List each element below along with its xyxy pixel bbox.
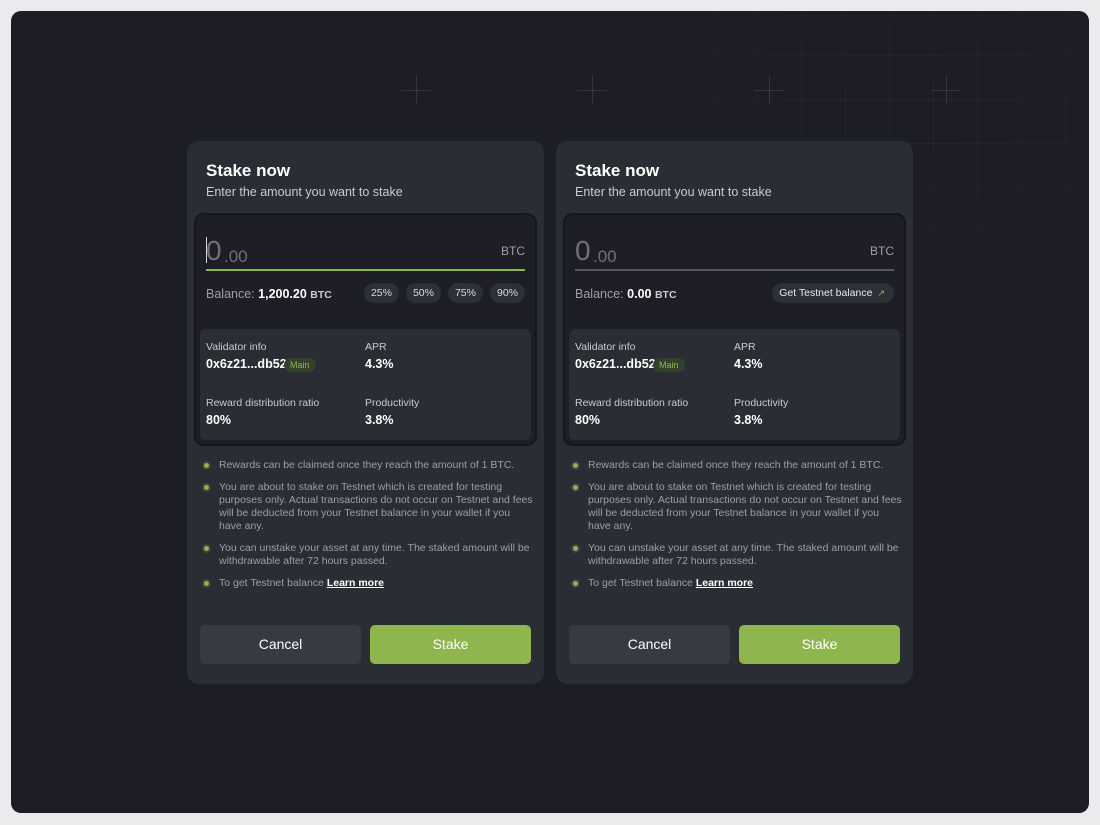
bullet-icon — [204, 463, 209, 468]
cancel-button[interactable]: Cancel — [569, 625, 730, 664]
productivity-value: 3.8% — [365, 413, 394, 427]
note-text: You are about to stake on Testnet which … — [588, 481, 902, 532]
bullet-icon — [573, 546, 578, 551]
list-item: Rewards can be claimed once they reach t… — [572, 459, 902, 472]
bullet-icon — [204, 546, 209, 551]
amount-integer: 0 — [575, 235, 591, 266]
card-subtitle: Enter the amount you want to stake — [575, 185, 772, 199]
list-item: You are about to stake on Testnet which … — [203, 481, 533, 533]
get-testnet-balance-button[interactable]: Get Testnet balance ↗ — [772, 283, 894, 303]
list-item: Rewards can be claimed once they reach t… — [203, 459, 533, 472]
validator-address: 0x6z21...db52 — [206, 357, 287, 371]
amount-unit: BTC — [501, 244, 525, 258]
sparkle-decoration — [931, 75, 961, 105]
amount-input[interactable]: 0 .00 BTC — [575, 233, 894, 271]
validator-info-box: Validator info 0x6z21...db52 Main APR 4.… — [569, 329, 900, 440]
bullet-icon — [204, 581, 209, 586]
ratio-value: 80% — [575, 413, 601, 427]
amount-unit: BTC — [870, 244, 894, 258]
balance: Balance: 0.00 BTC — [575, 287, 677, 301]
main-tag: Main — [284, 358, 316, 372]
sparkle-decoration — [577, 75, 607, 105]
cancel-button[interactable]: Cancel — [200, 625, 361, 664]
list-item: To get Testnet balance Learn more — [572, 577, 902, 590]
list-item: You are about to stake on Testnet which … — [572, 481, 902, 533]
apr-label: APR — [365, 341, 387, 353]
percent-options: 25% 50% 75% 90% — [363, 283, 525, 303]
percent-90-button[interactable]: 90% — [489, 283, 525, 303]
apr-value: 4.3% — [734, 357, 763, 371]
balance-label: Balance: — [206, 287, 255, 301]
bullet-icon — [573, 485, 578, 490]
balance-value: 0.00 — [627, 287, 652, 301]
bullet-icon — [573, 463, 578, 468]
percent-75-button[interactable]: 75% — [447, 283, 483, 303]
validator-info-box: Validator info 0x6z21...db52 Main APR 4.… — [200, 329, 531, 440]
stake-input-panel: 0 .00 BTC Balance: 0.00 BTC Get Testnet … — [563, 213, 906, 446]
amount-input[interactable]: 0 .00 BTC — [206, 233, 525, 271]
productivity-value: 3.8% — [734, 413, 763, 427]
balance-unit: BTC — [654, 289, 677, 301]
card-title: Stake now — [575, 161, 660, 180]
main-tag: Main — [653, 358, 685, 372]
list-item: You can unstake your asset at any time. … — [203, 542, 533, 568]
percent-50-button[interactable]: 50% — [405, 283, 441, 303]
ratio-label: Reward distribution ratio — [206, 397, 320, 409]
balance: Balance: 1,200.20 BTC — [206, 287, 332, 301]
amount-decimal: .00 — [593, 247, 617, 266]
list-item: To get Testnet balance Learn more — [203, 577, 533, 590]
learn-more-link[interactable]: Learn more — [696, 577, 753, 589]
notes-list: Rewards can be claimed once they reach t… — [203, 459, 533, 599]
note-text: You are about to stake on Testnet which … — [219, 481, 533, 532]
arrow-up-right-icon: ↗ — [877, 288, 885, 298]
apr-label: APR — [734, 341, 756, 353]
stake-card: Stake now Enter the amount you want to s… — [187, 141, 544, 684]
note-text: You can unstake your asset at any time. … — [588, 542, 899, 567]
note-text: To get Testnet balance — [588, 577, 693, 589]
note-text: Rewards can be claimed once they reach t… — [219, 459, 515, 471]
sparkle-decoration — [754, 75, 784, 105]
note-text: To get Testnet balance — [219, 577, 324, 589]
ratio-label: Reward distribution ratio — [575, 397, 689, 409]
testnet-button-label: Get Testnet balance — [779, 287, 873, 299]
sparkle-decoration — [401, 75, 431, 105]
productivity-label: Productivity — [365, 397, 420, 409]
amount-decimal: .00 — [224, 247, 248, 266]
balance-value: 1,200.20 — [258, 287, 307, 301]
card-subtitle: Enter the amount you want to stake — [206, 185, 403, 199]
productivity-label: Productivity — [734, 397, 789, 409]
learn-more-link[interactable]: Learn more — [327, 577, 384, 589]
bullet-icon — [204, 485, 209, 490]
apr-value: 4.3% — [365, 357, 394, 371]
bullet-icon — [573, 581, 578, 586]
balance-unit: BTC — [310, 289, 332, 301]
balance-label: Balance: — [575, 287, 624, 301]
stake-button[interactable]: Stake — [370, 625, 531, 664]
percent-25-button[interactable]: 25% — [363, 283, 399, 303]
card-title: Stake now — [206, 161, 291, 180]
note-text: Rewards can be claimed once they reach t… — [588, 459, 884, 471]
ratio-value: 80% — [206, 413, 232, 427]
notes-list: Rewards can be claimed once they reach t… — [572, 459, 902, 599]
validator-address: 0x6z21...db52 — [575, 357, 656, 371]
app-frame: Stake now Enter the amount you want to s… — [11, 11, 1089, 813]
list-item: You can unstake your asset at any time. … — [572, 542, 902, 568]
stake-button[interactable]: Stake — [739, 625, 900, 664]
note-text: You can unstake your asset at any time. … — [219, 542, 530, 567]
stake-card: Stake now Enter the amount you want to s… — [556, 141, 913, 684]
validator-info-label: Validator info — [575, 341, 636, 353]
validator-info-label: Validator info — [206, 341, 267, 353]
amount-integer: 0 — [206, 235, 222, 266]
stake-input-panel: 0 .00 BTC Balance: 1,200.20 BTC 25% 50% … — [194, 213, 537, 446]
